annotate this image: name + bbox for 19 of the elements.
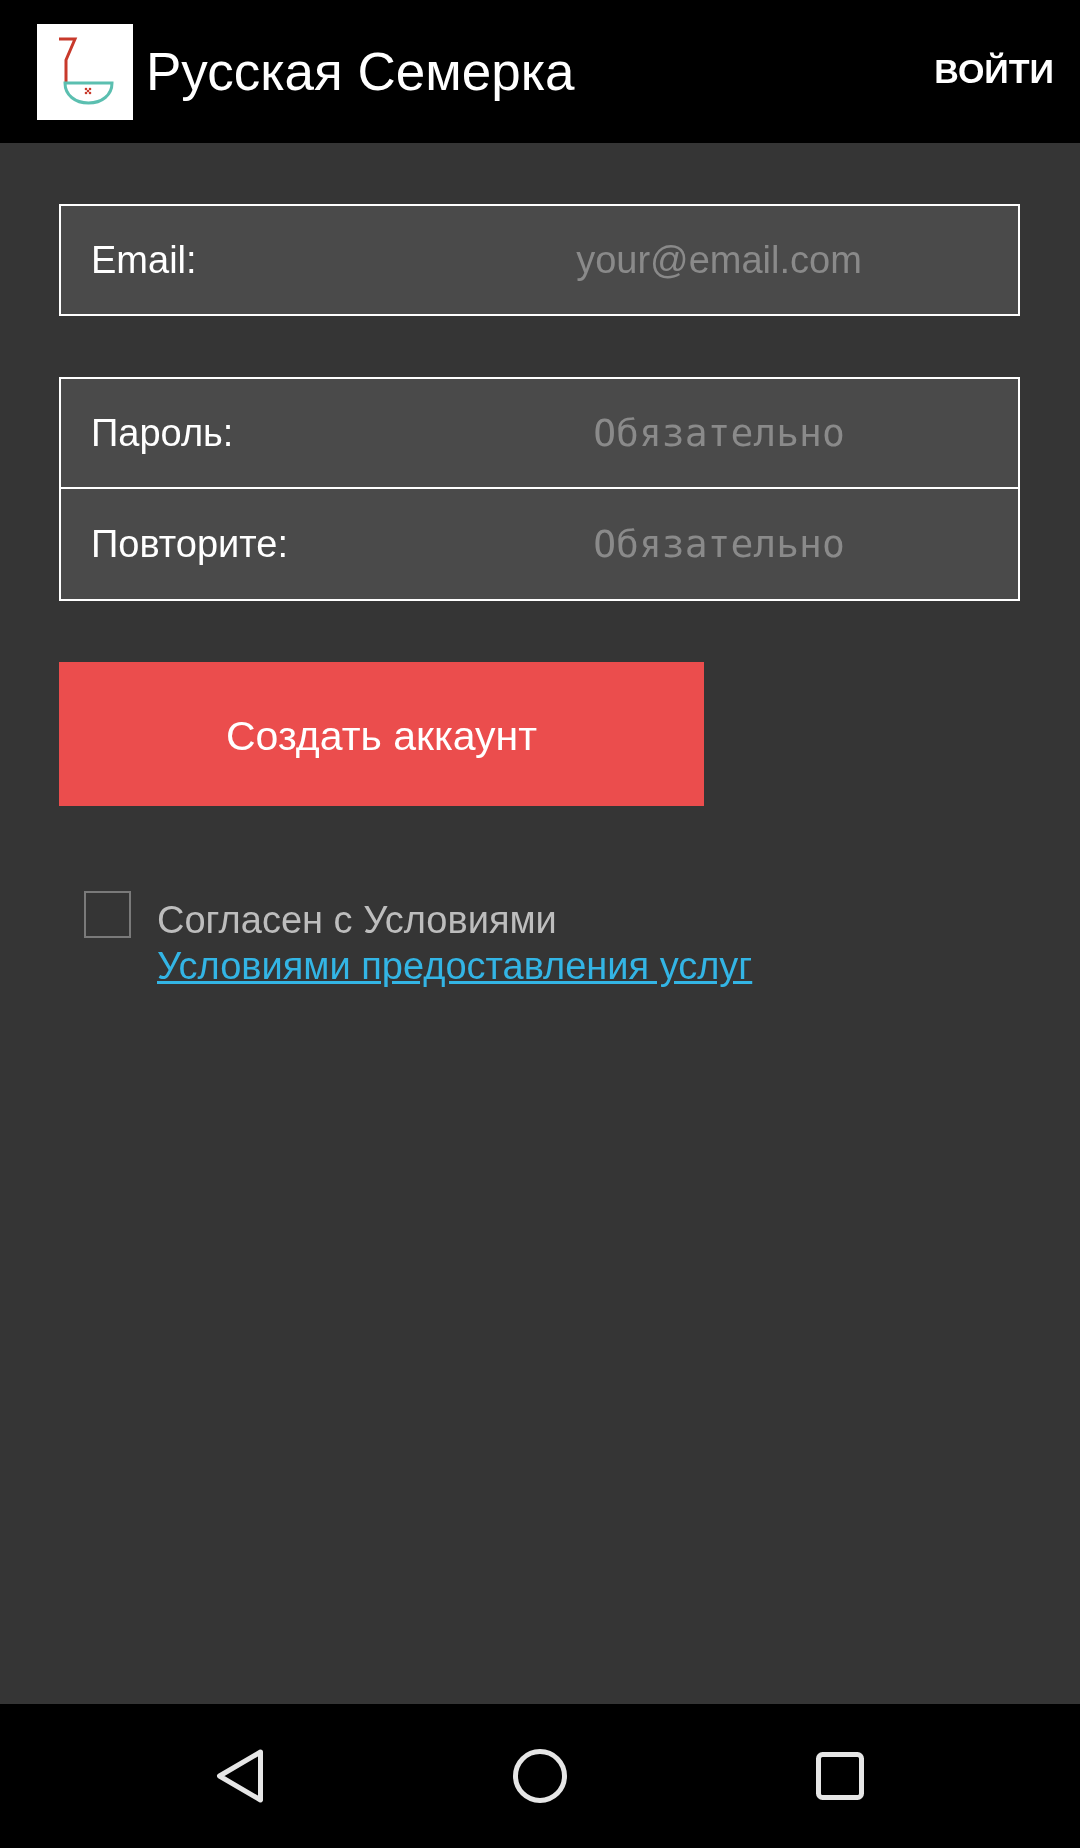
- login-button[interactable]: ВОЙТИ: [928, 42, 1060, 101]
- input-field[interactable]: Обязательно: [420, 379, 1018, 487]
- terms-link[interactable]: Условиями предоставления услуг: [157, 943, 753, 989]
- field-label: Повторите:: [91, 522, 288, 566]
- checkbox[interactable]: [84, 891, 131, 938]
- field-label: Email:: [91, 238, 197, 282]
- logo-icon: [37, 23, 133, 120]
- home-icon[interactable]: [513, 1749, 567, 1803]
- create-account-button[interactable]: Создать аккаунт: [59, 662, 704, 806]
- input-field[interactable]: Обязательно: [420, 489, 1018, 599]
- back-icon[interactable]: [216, 1749, 264, 1803]
- text-field[interactable]: Пароль: Обязательно: [59, 377, 1020, 489]
- app-title: Русская Семерка: [146, 41, 575, 102]
- text-field[interactable]: Email: your@email.com: [59, 204, 1020, 316]
- terms-label: Согласен с Условиями: [157, 898, 557, 943]
- input-field[interactable]: your@email.com: [420, 206, 1018, 314]
- recent-apps-icon[interactable]: [816, 1752, 864, 1800]
- text-field[interactable]: Повторите: Обязательно: [59, 489, 1020, 601]
- field-label: Пароль:: [91, 411, 234, 455]
